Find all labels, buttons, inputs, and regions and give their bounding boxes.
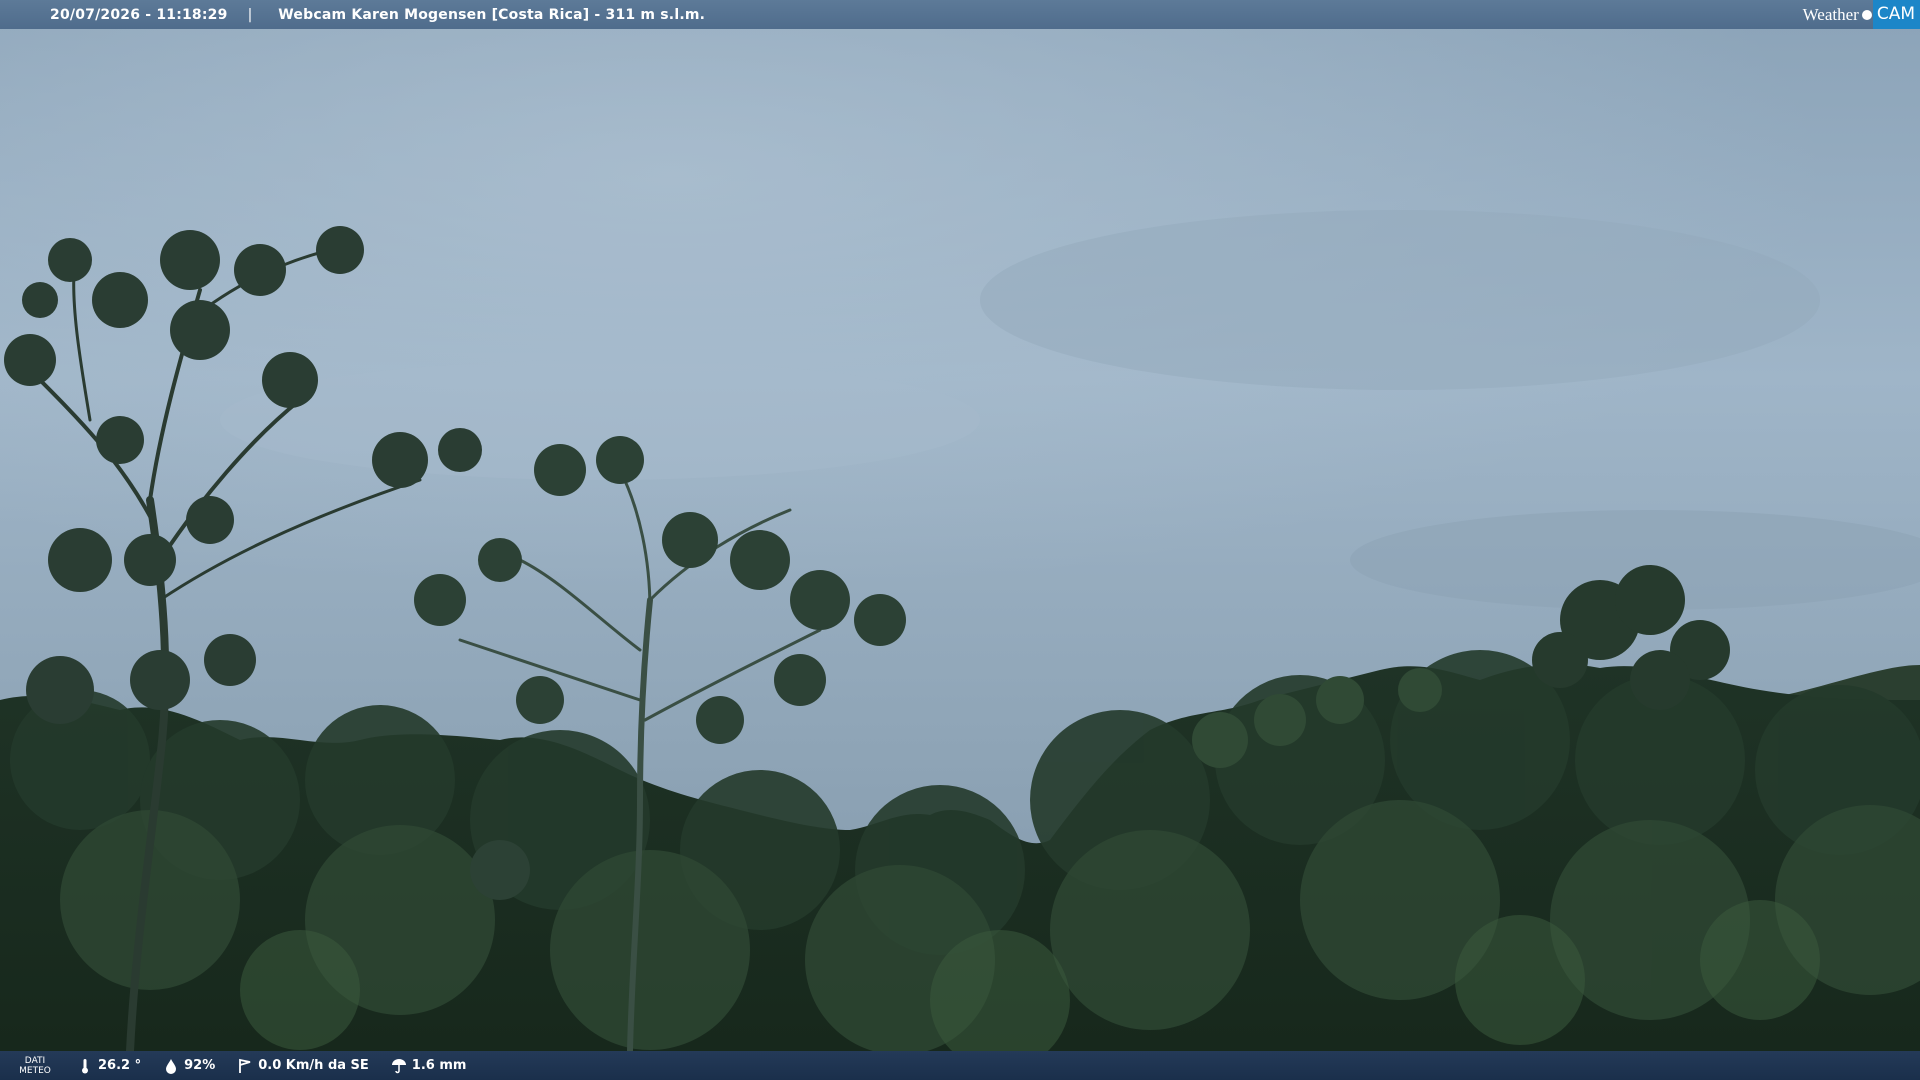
wind-reading: 0.0 Km/h da SE xyxy=(237,1058,369,1074)
humidity-value: 92% xyxy=(184,1058,216,1073)
logo-weather-text: Weather xyxy=(1802,4,1859,24)
logo-cam-text: CAM xyxy=(1872,0,1920,29)
weathercam-logo: Weather CAM xyxy=(1803,0,1920,29)
header-separator: | xyxy=(247,6,253,23)
rain-value: 1.6 mm xyxy=(411,1058,467,1073)
rain-icon xyxy=(391,1058,407,1074)
wind-value: 0.0 Km/h da SE xyxy=(258,1058,369,1073)
webcam-image xyxy=(0,0,1920,1080)
logo-dot-icon xyxy=(1861,9,1872,20)
header-bar: 20/07/2026 - 11:18:29 | Webcam Karen Mog… xyxy=(0,0,1920,29)
webcam-title: Webcam Karen Mogensen [Costa Rica] - 311… xyxy=(278,6,706,23)
weather-data-label: DATI METEO xyxy=(19,1055,51,1076)
humidity-reading: 92% xyxy=(163,1058,215,1074)
thermometer-icon xyxy=(77,1058,93,1074)
temperature-reading: 26.2 ° xyxy=(77,1058,141,1074)
timestamp: 20/07/2026 - 11:18:29 xyxy=(50,6,228,23)
wind-icon xyxy=(237,1058,253,1074)
rain-reading: 1.6 mm xyxy=(391,1058,467,1074)
temperature-value: 26.2 ° xyxy=(98,1058,142,1073)
weather-data-bar: DATI METEO 26.2 ° 92% 0.0 Km/h da SE 1.6… xyxy=(0,1051,1920,1080)
humidity-icon xyxy=(163,1058,179,1074)
